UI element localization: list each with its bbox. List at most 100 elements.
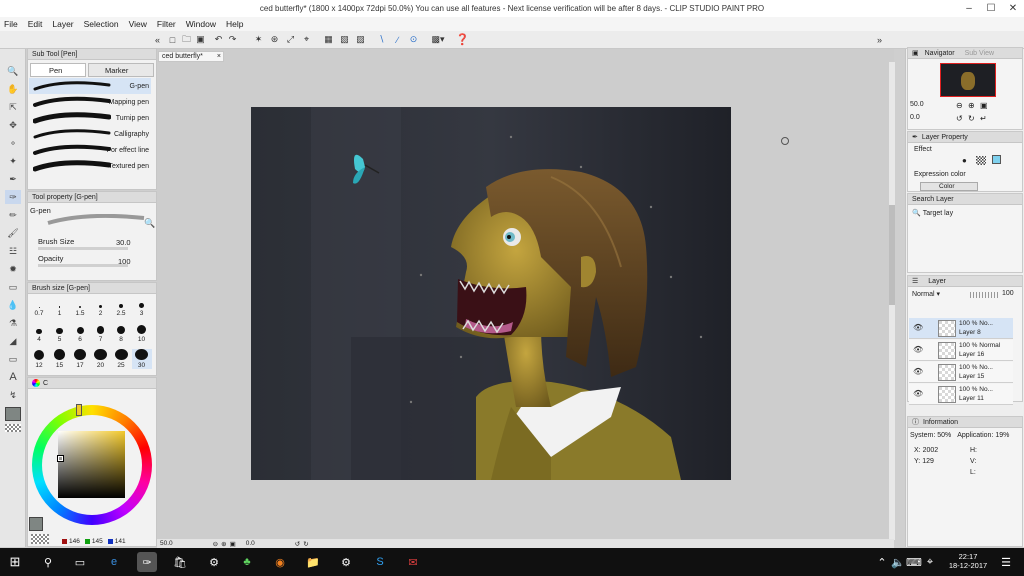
pen-tool-icon[interactable]: ✑ (5, 190, 21, 204)
visibility-eye-icon[interactable]: 👁 (913, 345, 923, 354)
undo-icon[interactable]: ↶ (212, 33, 225, 46)
app-leaf-icon[interactable]: ♣ (237, 552, 257, 572)
network-icon[interactable]: ⌖ (920, 552, 940, 572)
brush-size-option[interactable]: 8 (111, 323, 131, 343)
collapse-left-icon[interactable]: « (151, 33, 164, 46)
tab-layer[interactable]: Layer (928, 278, 946, 285)
zoom-in-icon[interactable]: ⊕ (221, 540, 226, 548)
zoom-out-icon[interactable]: ⊖ (213, 540, 218, 548)
menu-layer[interactable]: Layer (52, 19, 73, 29)
brush-size-option[interactable]: 10 (132, 323, 152, 343)
brush-item[interactable]: Textured pen (29, 158, 151, 174)
zoom-tool-icon[interactable]: 🔍 (5, 64, 21, 78)
menu-window[interactable]: Window (186, 19, 216, 29)
brush-size-option[interactable]: 30 (131, 349, 152, 369)
display-settings-icon[interactable]: ▩▾ (428, 33, 448, 46)
minimize-button[interactable]: – (958, 0, 980, 17)
close-button[interactable]: ✕ (1002, 0, 1024, 17)
saturation-value-square[interactable] (58, 431, 125, 498)
brush-size-option[interactable]: 0.7 (29, 297, 49, 317)
open-folder-icon[interactable]: 🗀 (180, 33, 193, 46)
visibility-eye-icon[interactable]: 👁 (913, 367, 923, 376)
mail-app-icon[interactable]: ✉ (403, 552, 423, 572)
brush-item[interactable]: For effect line (29, 142, 151, 158)
operation-tool-icon[interactable]: ⇱ (5, 100, 21, 114)
menu-edit[interactable]: Edit (28, 19, 43, 29)
visibility-eye-icon[interactable]: 👁 (913, 389, 923, 398)
effect-border-icon[interactable]: ● (962, 156, 967, 165)
brush-size-option[interactable]: 6 (70, 323, 90, 343)
brush-item[interactable]: G-pen (29, 78, 151, 94)
zoom-value[interactable]: 50.0 (160, 540, 173, 547)
expression-color-dropdown[interactable]: Color (920, 182, 978, 191)
brush-size-option[interactable]: 4 (29, 323, 49, 343)
gradient-tool-icon[interactable]: ◢ (5, 334, 21, 348)
notifications-icon[interactable]: ☰ (996, 552, 1016, 572)
text-tool-icon[interactable]: A (5, 370, 21, 384)
visibility-eye-icon[interactable]: 👁 (913, 323, 923, 332)
clock[interactable]: 22:17 18-12-2017 (948, 552, 988, 570)
document-tab[interactable]: ced butterfly* × (158, 51, 224, 62)
brush-size-option[interactable]: 5 (50, 323, 70, 343)
artwork-canvas[interactable] (251, 107, 731, 480)
maximize-button[interactable]: ☐ (980, 0, 1002, 17)
menu-help[interactable]: Help (226, 19, 243, 29)
media-app-icon[interactable]: ◉ (270, 552, 290, 572)
edge-browser-icon[interactable]: e (104, 552, 124, 572)
nav-reset-icon[interactable]: ↵ (980, 114, 987, 123)
search-target-dropdown[interactable]: 🔍 Target lay (912, 208, 970, 218)
skype-icon[interactable]: S (370, 552, 390, 572)
task-view-icon[interactable]: ▭ (70, 552, 90, 572)
store-icon[interactable]: 🛍 (170, 552, 190, 572)
search-taskbar-icon[interactable]: ⚲ (38, 552, 58, 572)
brush-size-option[interactable]: 1 (50, 297, 70, 317)
clear-icon[interactable]: ✶ (252, 33, 265, 46)
airbrush-tool-icon[interactable]: ☳ (5, 244, 21, 258)
brush-size-option[interactable]: 3 (132, 297, 152, 317)
deselect-icon[interactable]: ▦ (322, 33, 335, 46)
move-layer-tool-icon[interactable]: ✥ (5, 118, 21, 132)
nav-rotate-right-icon[interactable]: ↻ (968, 114, 975, 123)
brush-size-option[interactable]: 25 (111, 349, 131, 369)
collapse-right-icon[interactable]: » (873, 33, 886, 46)
effect-color-icon[interactable] (992, 155, 1001, 164)
fit-icon[interactable]: ▣ (230, 540, 236, 548)
nav-rotate-left-icon[interactable]: ↺ (956, 114, 963, 123)
select-all-icon[interactable]: ▨ (354, 33, 367, 46)
auto-select-tool-icon[interactable]: ✦ (5, 154, 21, 168)
fill-tool-icon[interactable]: ⚗ (5, 316, 21, 330)
navigator-zoom[interactable]: 50.0 (910, 101, 924, 108)
steam-icon[interactable]: ⚙ (336, 552, 356, 572)
vertical-scrollbar-thumb[interactable] (889, 205, 895, 305)
windows-start-icon[interactable]: ⊞ (5, 552, 25, 572)
new-file-icon[interactable]: □ (166, 33, 179, 46)
file-explorer-icon[interactable]: 📁 (303, 552, 323, 572)
layer-row[interactable]: 👁 100 % Normal Layer 16 (909, 340, 1013, 361)
rotation-value[interactable]: 0.0 (246, 540, 255, 547)
tab-navigator[interactable]: Navigator (925, 50, 955, 57)
brush-size-option[interactable]: 7 (91, 323, 111, 343)
brush-size-option[interactable]: 15 (50, 349, 70, 369)
special-ruler-snap-icon[interactable]: ∕ (391, 33, 404, 46)
save-icon[interactable]: ▣ (194, 33, 207, 46)
settings-app-icon[interactable]: ⚙ (204, 552, 224, 572)
layer-row[interactable]: 👁 100 % No... Layer 8 (909, 318, 1013, 339)
brush-tool-icon[interactable]: 🖌 (5, 226, 21, 240)
clear-outside-icon[interactable]: ⊛ (268, 33, 281, 46)
brush-item[interactable]: Turnip pen (29, 110, 151, 126)
invert-selection-icon[interactable]: ▧ (338, 33, 351, 46)
decoration-tool-icon[interactable]: ✹ (5, 262, 21, 276)
clip-studio-icon[interactable]: ✑ (137, 552, 157, 572)
opacity-slider[interactable] (38, 264, 128, 267)
brush-size-option[interactable]: 1.5 (70, 297, 90, 317)
tab-close-icon[interactable]: × (217, 53, 221, 60)
nav-zoom-in-icon[interactable]: ⊕ (968, 101, 975, 110)
layer-opacity-slider[interactable] (970, 292, 1000, 298)
color-picker-marker[interactable] (57, 455, 64, 462)
transform-icon[interactable]: ⤢ (284, 33, 297, 46)
navigator-rotation[interactable]: 0.0 (910, 114, 920, 121)
brush-size-value[interactable]: 30.0 (116, 238, 131, 247)
hand-tool-icon[interactable]: ✋ (5, 82, 21, 96)
balloon-tool-icon[interactable]: ↯ (5, 388, 21, 402)
brush-size-option[interactable]: 2 (91, 297, 111, 317)
